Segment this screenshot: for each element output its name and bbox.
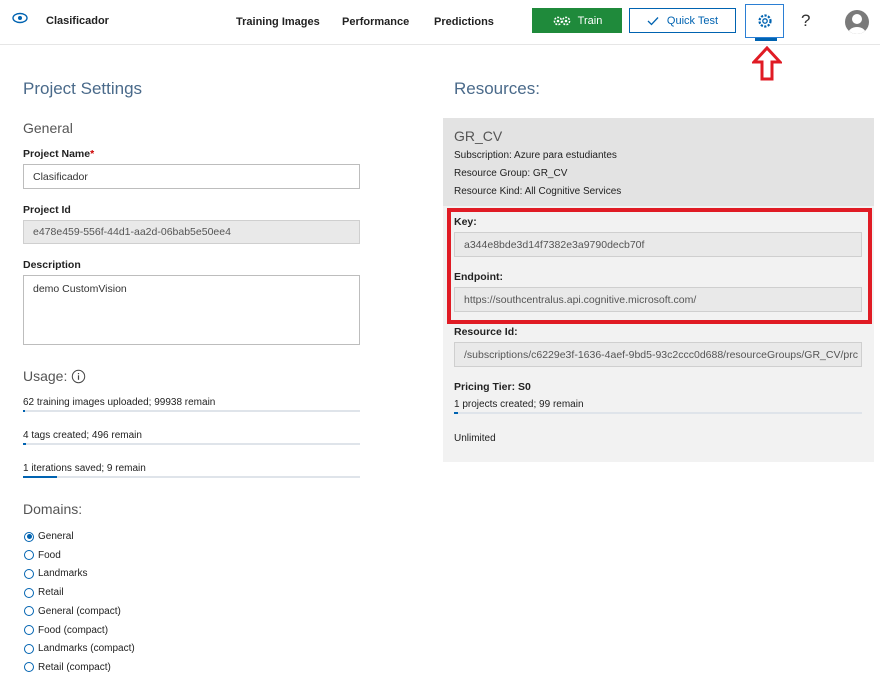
avatar[interactable] <box>845 10 869 34</box>
domain-option-label: General (compact) <box>38 605 121 617</box>
description-textarea[interactable]: demo CustomVision <box>23 275 360 345</box>
eye-logo-icon <box>12 12 28 24</box>
usage-images-text: 62 training images uploaded; 99938 remai… <box>23 397 216 408</box>
project-settings-title: Project Settings <box>23 79 143 98</box>
project-id-label: Project Id <box>23 204 71 216</box>
resource-id-label: Resource Id: <box>454 326 518 338</box>
resource-group-text: Resource Group: GR_CV <box>454 168 568 179</box>
domain-option[interactable]: General (compact) <box>24 606 121 617</box>
radio-empty-icon[interactable] <box>24 625 34 635</box>
radio-empty-icon[interactable] <box>24 662 34 673</box>
quick-test-button[interactable]: Quick Test <box>629 8 736 33</box>
usage-iterations-text: 1 iterations saved; 9 remain <box>23 463 146 474</box>
project-name-label: Project Name* <box>23 148 95 160</box>
nav-training-images[interactable]: Training Images <box>236 16 320 28</box>
usage-tags-bar <box>23 443 360 445</box>
domain-option-label: General <box>38 531 74 542</box>
usage-images-bar <box>23 410 360 412</box>
gear-icon <box>757 14 772 28</box>
usage-iterations-bar <box>23 476 360 478</box>
gears-icon <box>553 16 571 25</box>
resource-name: GR_CV <box>454 128 503 144</box>
domains-heading: Domains: <box>23 501 83 517</box>
usage-tags-text: 4 tags created; 496 remain <box>23 430 142 441</box>
domain-option[interactable]: Landmarks <box>24 568 87 579</box>
domain-option[interactable]: Retail (compact) <box>24 662 111 673</box>
subscription-text: Subscription: Azure para estudiantes <box>454 150 617 161</box>
domain-option-label: Food (compact) <box>38 624 109 636</box>
domain-option-label: Retail (compact) <box>38 661 111 673</box>
app-name[interactable]: Clasificador <box>46 15 109 27</box>
usage-images-fill <box>23 410 25 412</box>
radio-empty-icon[interactable] <box>24 643 34 654</box>
unlimited-text: Unlimited <box>454 433 496 444</box>
domain-option-label: Landmarks <box>38 568 88 580</box>
quick-test-label: Quick Test <box>666 14 719 27</box>
nav-predictions[interactable]: Predictions <box>434 16 494 28</box>
domain-option[interactable]: Retail <box>24 587 64 598</box>
domain-option[interactable]: Food <box>24 550 61 561</box>
radio-empty-icon[interactable] <box>24 587 34 598</box>
radio-empty-icon[interactable] <box>24 568 34 579</box>
nav-performance[interactable]: Performance <box>342 16 409 28</box>
top-bar-divider <box>0 44 880 45</box>
domain-option[interactable]: Landmarks (compact) <box>24 643 135 654</box>
resources-title: Resources: <box>454 79 540 98</box>
radio-empty-icon[interactable] <box>24 550 34 561</box>
domain-option-label: Landmarks (compact) <box>38 643 135 655</box>
highlight-box-annotation <box>447 208 872 324</box>
radio-dot <box>26 534 32 539</box>
user-icon <box>848 14 866 34</box>
checkmark-icon <box>647 16 659 25</box>
help-icon[interactable]: ? <box>801 11 810 31</box>
usage-iterations-fill <box>23 476 57 478</box>
general-heading: General <box>23 120 73 136</box>
project-name-input[interactable]: Clasificador <box>23 164 360 189</box>
domain-option-label: Retail <box>38 587 64 599</box>
domain-option-label: Food <box>38 549 61 561</box>
usage-heading: Usage: <box>23 368 86 384</box>
domain-option[interactable]: Food (compact) <box>24 625 108 636</box>
projects-created-text: 1 projects created; 99 remain <box>454 399 584 410</box>
red-arrow-annotation-icon <box>752 46 782 81</box>
domain-option[interactable]: General <box>24 531 74 542</box>
radio-empty-icon[interactable] <box>24 606 34 617</box>
projects-created-bar <box>454 412 862 414</box>
pricing-tier: Pricing Tier: S0 <box>454 381 531 393</box>
train-label: Train <box>577 14 603 27</box>
radio-selected-icon[interactable] <box>24 531 34 542</box>
settings-button[interactable] <box>745 4 784 38</box>
resource-kind-text: Resource Kind: All Cognitive Services <box>454 186 622 197</box>
info-icon[interactable] <box>71 369 86 384</box>
description-label: Description <box>23 259 81 271</box>
resource-id-field[interactable]: /subscriptions/c6229e3f-1636-4aef-9bd5-9… <box>454 342 862 367</box>
settings-active-indicator <box>755 38 777 41</box>
project-id-field: e478e459-556f-44d1-aa2d-06bab5e50ee4 <box>23 220 360 244</box>
projects-created-fill <box>454 412 459 414</box>
usage-tags-fill <box>23 443 26 445</box>
train-button[interactable]: Train <box>532 8 622 33</box>
